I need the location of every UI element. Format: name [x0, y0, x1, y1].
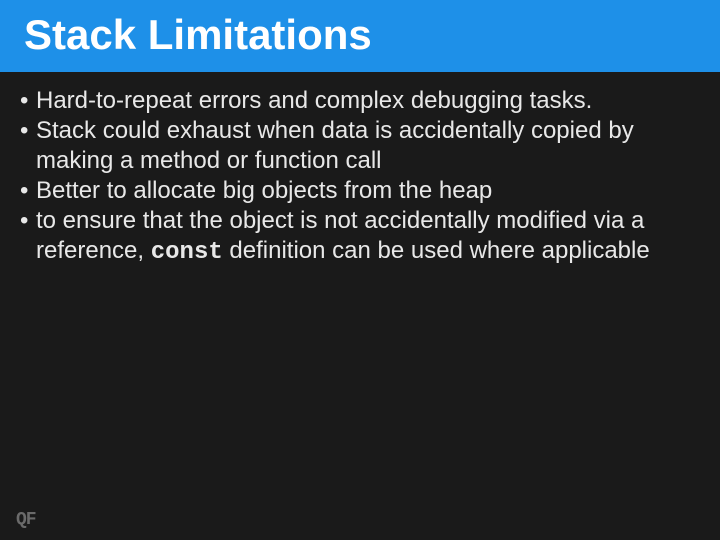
bullet-list: Hard-to-repeat errors and complex debugg… [20, 86, 700, 268]
bullet-post: definition can be used where applicable [223, 237, 650, 264]
slide-content: Hard-to-repeat errors and complex debugg… [0, 72, 720, 268]
list-item: Hard-to-repeat errors and complex debugg… [20, 86, 700, 116]
slide-header: Stack Limitations [0, 0, 720, 72]
slide-title: Stack Limitations [24, 11, 372, 59]
list-item: Stack could exhaust when data is acciden… [20, 116, 700, 176]
list-item: to ensure that the object is not acciden… [20, 206, 700, 268]
list-item: Better to allocate big objects from the … [20, 176, 700, 206]
code-keyword: const [151, 239, 223, 266]
footer-logo: QF [16, 510, 36, 530]
